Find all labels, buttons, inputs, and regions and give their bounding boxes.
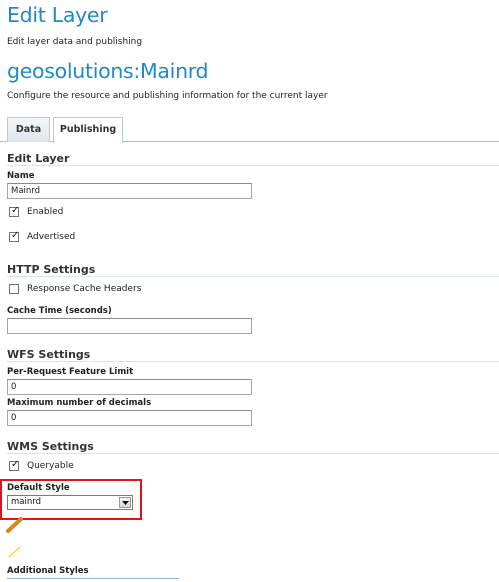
layer-description: Configure the resource and publishing in… (7, 91, 328, 101)
max-decimals-label: Maximum number of decimals (7, 398, 152, 408)
default-style-label: Default Style (7, 483, 70, 493)
feature-limit-field[interactable]: 0 (7, 379, 252, 395)
enabled-checkbox[interactable]: ✓ (9, 205, 20, 217)
edit-layer-heading: Edit Layer (7, 152, 70, 165)
tab-bar: Data Publishing (0, 117, 499, 143)
section-divider (7, 165, 499, 166)
queryable-label: Queryable (27, 461, 74, 471)
layer-title: geosolutions:Mainrd (7, 59, 209, 83)
page-title: Edit Layer (7, 3, 108, 27)
wms-settings-heading: WMS Settings (7, 440, 94, 453)
tab-publishing[interactable]: Publishing (53, 117, 123, 143)
name-field[interactable]: Mainrd (7, 183, 252, 199)
wfs-settings-heading: WFS Settings (7, 348, 91, 361)
tab-data[interactable]: Data (7, 117, 50, 142)
enabled-label: Enabled (27, 207, 64, 217)
section-divider (7, 453, 499, 454)
line-symbol-icon (8, 546, 21, 558)
additional-styles-list-edge (7, 578, 179, 579)
check-icon: ✓ (11, 205, 20, 216)
feature-limit-label: Per-Request Feature Limit (7, 367, 134, 377)
cache-headers-label: Response Cache Headers (27, 284, 142, 294)
advertised-label: Advertised (27, 232, 76, 242)
additional-styles-label: Additional Styles (7, 566, 89, 576)
http-settings-heading: HTTP Settings (7, 263, 96, 276)
cache-time-label: Cache Time (seconds) (7, 306, 112, 316)
cache-headers-checkbox[interactable] (9, 284, 19, 294)
default-style-select[interactable]: mainrd (7, 495, 133, 510)
section-divider (7, 276, 499, 277)
section-divider (7, 361, 499, 362)
check-icon: ✓ (11, 459, 20, 470)
default-style-value: mainrd (11, 497, 41, 507)
queryable-checkbox[interactable]: ✓ (9, 459, 20, 471)
advertised-checkbox[interactable]: ✓ (9, 230, 20, 242)
check-icon: ✓ (11, 230, 20, 241)
brush-icon (6, 517, 23, 533)
chevron-down-icon[interactable] (119, 497, 131, 508)
page-subtitle: Edit layer data and publishing (7, 37, 143, 47)
name-label: Name (7, 171, 35, 181)
max-decimals-field[interactable]: 0 (7, 410, 252, 426)
cache-time-field[interactable] (7, 318, 252, 334)
